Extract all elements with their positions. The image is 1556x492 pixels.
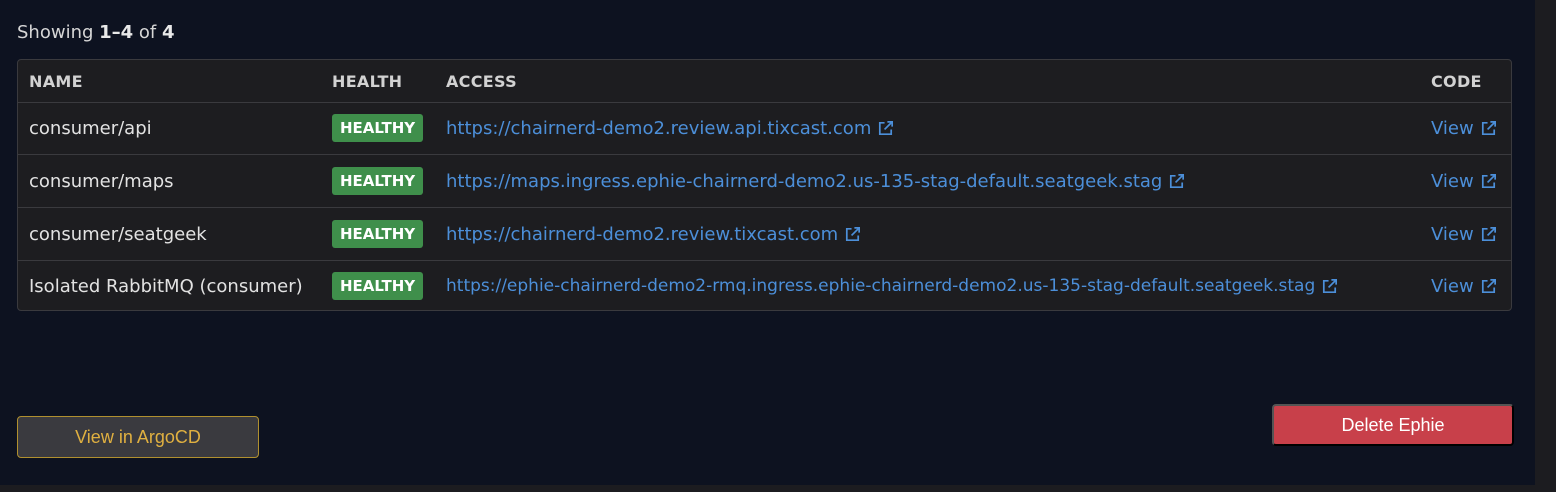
summary-prefix: Showing: [17, 22, 100, 43]
delete-ephie-button[interactable]: Delete Ephie: [1272, 404, 1514, 446]
right-edge: [1535, 0, 1556, 492]
results-summary: Showing 1–4 of 4: [17, 22, 175, 43]
code-view-link[interactable]: View: [1431, 224, 1498, 245]
access-url: https://maps.ingress.ephie-chairnerd-dem…: [446, 170, 1163, 192]
code-view-label: View: [1431, 170, 1474, 192]
table-header-row: NAME HEALTH ACCESS CODE: [18, 60, 1511, 103]
view-in-argocd-button[interactable]: View in ArgoCD: [17, 416, 259, 458]
access-url: https://ephie-chairnerd-demo2-rmq.ingres…: [446, 276, 1316, 296]
access-url: https://chairnerd-demo2.review.api.tixca…: [446, 117, 872, 139]
service-name: consumer/seatgeek: [29, 223, 207, 245]
health-badge: HEALTHY: [332, 220, 424, 248]
external-link-icon: [846, 226, 861, 241]
access-link[interactable]: https://chairnerd-demo2.review.tixcast.c…: [446, 224, 862, 245]
health-badge: HEALTHY: [332, 114, 424, 142]
services-table: NAME HEALTH ACCESS CODE consumer/api HEA…: [17, 59, 1512, 311]
access-url: https://chairnerd-demo2.review.tixcast.c…: [446, 223, 839, 245]
access-link[interactable]: https://maps.ingress.ephie-chairnerd-dem…: [446, 171, 1186, 192]
external-link-icon: [1323, 278, 1338, 293]
external-link-icon: [1481, 120, 1496, 135]
header-name: NAME: [29, 71, 83, 91]
health-badge: HEALTHY: [332, 272, 424, 300]
access-link[interactable]: https://chairnerd-demo2.review.api.tixca…: [446, 118, 895, 139]
header-health: HEALTH: [332, 71, 403, 91]
header-access: ACCESS: [446, 71, 517, 91]
table-row: consumer/maps HEALTHY https://maps.ingre…: [18, 155, 1511, 208]
health-badge: HEALTHY: [332, 167, 424, 195]
code-view-link[interactable]: View: [1431, 171, 1498, 192]
summary-range: 1–4: [99, 22, 134, 43]
access-link[interactable]: https://ephie-chairnerd-demo2-rmq.ingres…: [446, 276, 1339, 296]
external-link-icon: [1170, 173, 1185, 188]
table-row: Isolated RabbitMQ (consumer) HEALTHY htt…: [18, 260, 1511, 312]
service-name: Isolated RabbitMQ (consumer): [29, 275, 303, 297]
external-link-icon: [1481, 278, 1496, 293]
table-row: consumer/seatgeek HEALTHY https://chairn…: [18, 208, 1511, 261]
code-view-link[interactable]: View: [1431, 118, 1498, 139]
table-row: consumer/api HEALTHY https://chairnerd-d…: [18, 102, 1511, 155]
external-link-icon: [1481, 173, 1496, 188]
summary-total: 4: [161, 22, 175, 43]
summary-of: of: [133, 22, 162, 43]
bottom-edge: [0, 485, 1556, 492]
service-name: consumer/maps: [29, 170, 174, 192]
header-code: CODE: [1431, 71, 1482, 91]
code-view-label: View: [1431, 117, 1474, 139]
code-view-label: View: [1431, 223, 1474, 245]
code-view-link[interactable]: View: [1431, 276, 1498, 297]
code-view-label: View: [1431, 275, 1474, 297]
external-link-icon: [1481, 226, 1496, 241]
external-link-icon: [879, 120, 894, 135]
service-name: consumer/api: [29, 117, 152, 139]
